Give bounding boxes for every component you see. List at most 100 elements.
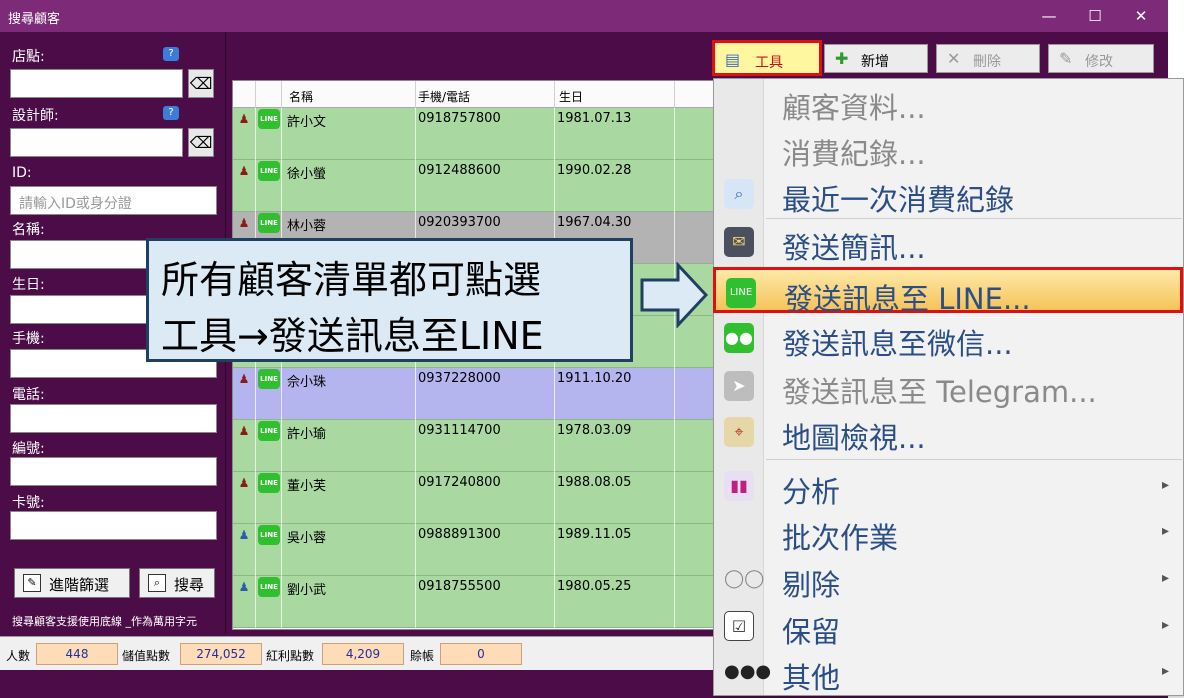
minimize-button[interactable]: — bbox=[1026, 0, 1072, 32]
cell-phone: 0937228000 bbox=[418, 371, 501, 386]
chart-gear-icon: ▮▮ bbox=[724, 471, 754, 501]
cell-name: 徐小螢 bbox=[287, 167, 327, 182]
column-header-name[interactable]: 名稱 bbox=[289, 88, 313, 105]
delete-button[interactable]: ✕ 刪除 bbox=[936, 44, 1040, 73]
designer-label: 設計師: bbox=[12, 108, 59, 124]
menu-item-other[interactable]: ●●● 其他 ▸ bbox=[714, 649, 1183, 695]
row-divider bbox=[674, 108, 675, 160]
cell-birthday: 1967.04.30 bbox=[557, 215, 632, 230]
advanced-filter-button[interactable]: ✎ 進階篩選 bbox=[14, 568, 130, 598]
person-icon: ♟ bbox=[238, 528, 250, 542]
cell-name: 許小瑜 bbox=[287, 427, 327, 442]
submenu-arrow-icon: ▸ bbox=[1162, 477, 1170, 493]
add-button[interactable]: ✚ 新增 bbox=[824, 44, 928, 73]
row-divider bbox=[281, 368, 282, 420]
line-icon: LINE bbox=[258, 369, 280, 389]
column-separator bbox=[415, 81, 416, 108]
bonus-points-label: 紅利點數 bbox=[266, 649, 315, 663]
help-icon[interactable]: ? bbox=[163, 47, 179, 61]
edit-button[interactable]: ✎ 修改 bbox=[1048, 44, 1154, 73]
checklist-icon: ☑ bbox=[724, 611, 754, 641]
row-divider bbox=[415, 160, 416, 212]
cell-name: 吳小蓉 bbox=[287, 531, 327, 546]
menu-item-label: 其他 bbox=[782, 661, 841, 695]
menu-item-send-line[interactable]: LINE 發送訊息至 LINE... bbox=[713, 267, 1183, 316]
cell-birthday: 1911.10.20 bbox=[557, 371, 632, 386]
menu-item-send-wechat[interactable]: ●● 發送訊息至微信... bbox=[714, 315, 1183, 361]
search-label: 搜尋 bbox=[174, 576, 205, 594]
row-divider bbox=[255, 420, 256, 472]
row-divider bbox=[554, 108, 555, 160]
person-icon: ♟ bbox=[238, 372, 250, 386]
row-divider bbox=[255, 576, 256, 628]
menu-item-analysis[interactable]: ▮▮ 分析 ▸ bbox=[714, 463, 1183, 509]
row-divider bbox=[415, 420, 416, 472]
row-divider bbox=[554, 160, 555, 212]
row-divider bbox=[554, 420, 555, 472]
cell-name: 佘小珠 bbox=[287, 375, 327, 390]
menu-item-purchase-history[interactable]: 消費紀錄... bbox=[714, 125, 1183, 171]
menu-item-exclude[interactable]: ◯◯ 剔除 ▸ bbox=[714, 556, 1183, 602]
menu-item-batch[interactable]: 批次作業 ▸ bbox=[714, 509, 1183, 555]
cell-birthday: 1988.08.05 bbox=[557, 475, 632, 490]
line-icon: LINE bbox=[258, 213, 280, 233]
menu-item-map-view[interactable]: ⌖ 地圖檢視... bbox=[714, 409, 1183, 455]
clear-designer-icon[interactable]: ⌫ bbox=[188, 128, 214, 157]
cell-birthday: 1978.03.09 bbox=[557, 423, 632, 438]
menu-item-send-sms[interactable]: ✉ 發送簡訊... bbox=[714, 219, 1183, 265]
tool-button[interactable]: ▤ 工具 bbox=[712, 40, 822, 76]
tool-label: 工具 bbox=[755, 55, 783, 71]
number-input[interactable] bbox=[10, 457, 217, 486]
cell-phone: 0912488600 bbox=[418, 163, 501, 178]
person-icon: ♟ bbox=[238, 216, 250, 230]
window-title: 搜尋顧客 bbox=[8, 12, 61, 27]
row-divider bbox=[281, 160, 282, 212]
column-header-phone[interactable]: 手機/電話 bbox=[418, 88, 470, 105]
row-divider bbox=[281, 524, 282, 576]
help-icon[interactable]: ? bbox=[163, 106, 179, 120]
phone-input[interactable] bbox=[10, 404, 217, 433]
menu-item-send-telegram[interactable]: ➤ 發送訊息至 Telegram... bbox=[714, 363, 1183, 409]
credit-value: 0 bbox=[440, 643, 522, 665]
stored-points-value: 274,052 bbox=[180, 643, 262, 665]
person-icon: ♟ bbox=[238, 476, 250, 490]
edit-label: 修改 bbox=[1085, 54, 1113, 70]
circles-icon: ◯◯ bbox=[724, 564, 764, 594]
line-icon: LINE bbox=[258, 421, 280, 441]
store-field[interactable] bbox=[10, 69, 183, 98]
title-bar: 搜尋顧客 — ☐ ✕ bbox=[0, 0, 1168, 32]
row-divider bbox=[281, 420, 282, 472]
callout-line-1: 所有顧客清單都可點選 bbox=[161, 258, 542, 302]
instruction-callout: 所有顧客清單都可點選 工具→發送訊息至LINE bbox=[146, 238, 633, 362]
menu-item-customer-data[interactable]: 顧客資料... bbox=[714, 79, 1183, 125]
stored-points-label: 儲值點數 bbox=[122, 649, 171, 663]
cell-birthday: 1980.05.25 bbox=[557, 579, 632, 594]
store-label: 店點: bbox=[12, 49, 45, 65]
column-separator bbox=[255, 81, 256, 108]
row-divider bbox=[255, 368, 256, 420]
id-input[interactable]: 請輸入ID或身分證 bbox=[10, 186, 217, 215]
search-button[interactable]: ⌕ 搜尋 bbox=[139, 568, 215, 598]
phone-mail-icon: ✉ bbox=[724, 227, 754, 257]
card-input[interactable] bbox=[10, 511, 217, 540]
menu-item-keep[interactable]: ☑ 保留 ▸ bbox=[714, 603, 1183, 649]
more-dots-icon: ●●● bbox=[724, 661, 772, 682]
map-icon: ⌖ bbox=[724, 417, 754, 447]
row-divider bbox=[674, 368, 675, 420]
column-header-birthday[interactable]: 生日 bbox=[559, 88, 583, 105]
cell-name: 董小芙 bbox=[287, 479, 327, 494]
card-label: 卡號: bbox=[12, 495, 45, 511]
row-divider bbox=[554, 368, 555, 420]
row-divider bbox=[415, 108, 416, 160]
menu-item-last-purchase[interactable]: ⌕ 最近一次消費紀錄 bbox=[714, 171, 1183, 217]
cell-birthday: 1989.11.05 bbox=[557, 527, 632, 542]
maximize-button[interactable]: ☐ bbox=[1072, 0, 1118, 32]
phone-label: 電話: bbox=[12, 387, 45, 403]
line-icon: LINE bbox=[258, 473, 280, 493]
designer-field[interactable] bbox=[10, 128, 183, 157]
id-label: ID: bbox=[12, 165, 32, 181]
menu-item-label: 消費紀錄... bbox=[782, 137, 926, 171]
row-divider bbox=[674, 472, 675, 524]
close-button[interactable]: ✕ bbox=[1118, 0, 1164, 32]
clear-store-icon[interactable]: ⌫ bbox=[188, 69, 214, 98]
